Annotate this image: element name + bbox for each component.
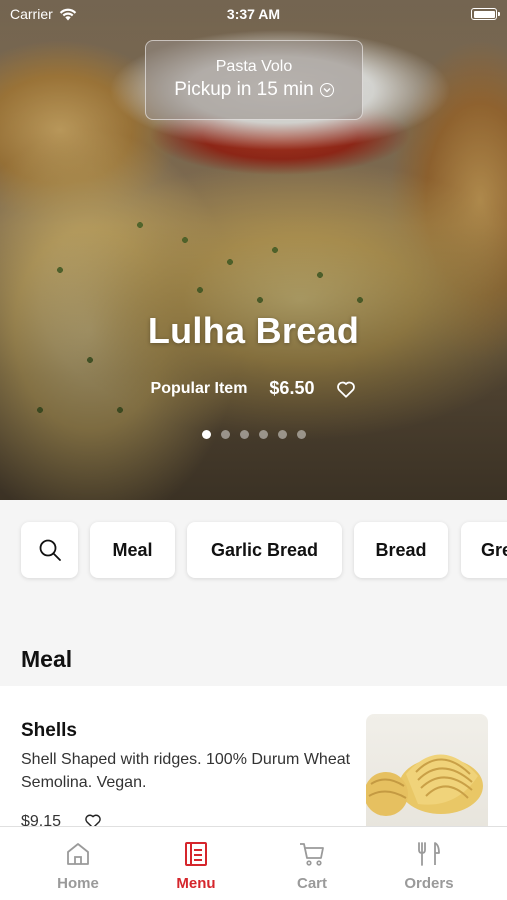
category-bar[interactable]: Meal Garlic Bread Bread Gre <box>0 500 507 600</box>
tab-label: Menu <box>176 875 216 892</box>
carousel-dot[interactable] <box>277 430 287 439</box>
tab-home[interactable]: Home <box>18 827 138 900</box>
carousel-dot[interactable] <box>201 430 211 439</box>
featured-item-title: Lulha Bread <box>147 310 360 351</box>
carousel-dot[interactable] <box>296 430 306 439</box>
search-button[interactable] <box>21 522 78 578</box>
tab-label: Home <box>57 875 99 892</box>
tab-bar: Home Menu Cart Orders <box>0 826 507 900</box>
heart-icon[interactable] <box>336 380 356 398</box>
section-title: Meal <box>21 646 73 672</box>
carousel-dot[interactable] <box>258 430 268 439</box>
tab-orders[interactable]: Orders <box>369 827 489 900</box>
category-chip-bread[interactable]: Bread <box>354 522 448 578</box>
status-time: 3:37 AM <box>226 6 281 22</box>
tab-menu[interactable]: Menu <box>136 827 256 900</box>
battery-icon <box>471 8 500 20</box>
search-icon <box>39 539 61 561</box>
pickup-time-label: Pickup in 15 min <box>174 79 314 100</box>
featured-item-tag: Popular Item <box>150 379 248 397</box>
restaurant-name: Pasta Volo <box>215 58 293 75</box>
pickup-time-row: Pickup in 15 min <box>146 79 362 101</box>
menu-item-name: Shells <box>21 720 77 741</box>
category-chip-garlic-bread[interactable]: Garlic Bread <box>187 522 342 578</box>
menu-icon <box>185 842 207 866</box>
menu-item-image[interactable] <box>366 714 488 826</box>
carousel-dot[interactable] <box>239 430 249 439</box>
tab-label: Orders <box>404 875 454 892</box>
status-bar: Carrier 3:37 AM <box>0 0 507 28</box>
menu-item-card[interactable]: Shells Shell Shaped with ridges. 100% Du… <box>0 686 507 830</box>
category-chip-partial[interactable]: Gre <box>461 522 507 578</box>
carousel-dot[interactable] <box>220 430 230 439</box>
cart-icon <box>300 843 324 866</box>
featured-item-price: $6.50 <box>269 378 315 398</box>
chevron-down-icon <box>319 83 334 97</box>
tab-cart[interactable]: Cart <box>252 827 372 900</box>
carousel-pagination[interactable] <box>0 430 507 439</box>
category-chip-meal[interactable]: Meal <box>90 522 175 578</box>
orders-icon <box>418 842 440 866</box>
tab-label: Cart <box>296 875 327 892</box>
featured-item-meta: Popular Item $6.50 <box>0 378 507 399</box>
home-icon <box>67 843 89 865</box>
menu-item-description: Shell Shaped with ridges. 100% Durum Whe… <box>21 751 351 791</box>
pickup-selector[interactable]: Pasta Volo Pickup in 15 min <box>145 40 363 120</box>
